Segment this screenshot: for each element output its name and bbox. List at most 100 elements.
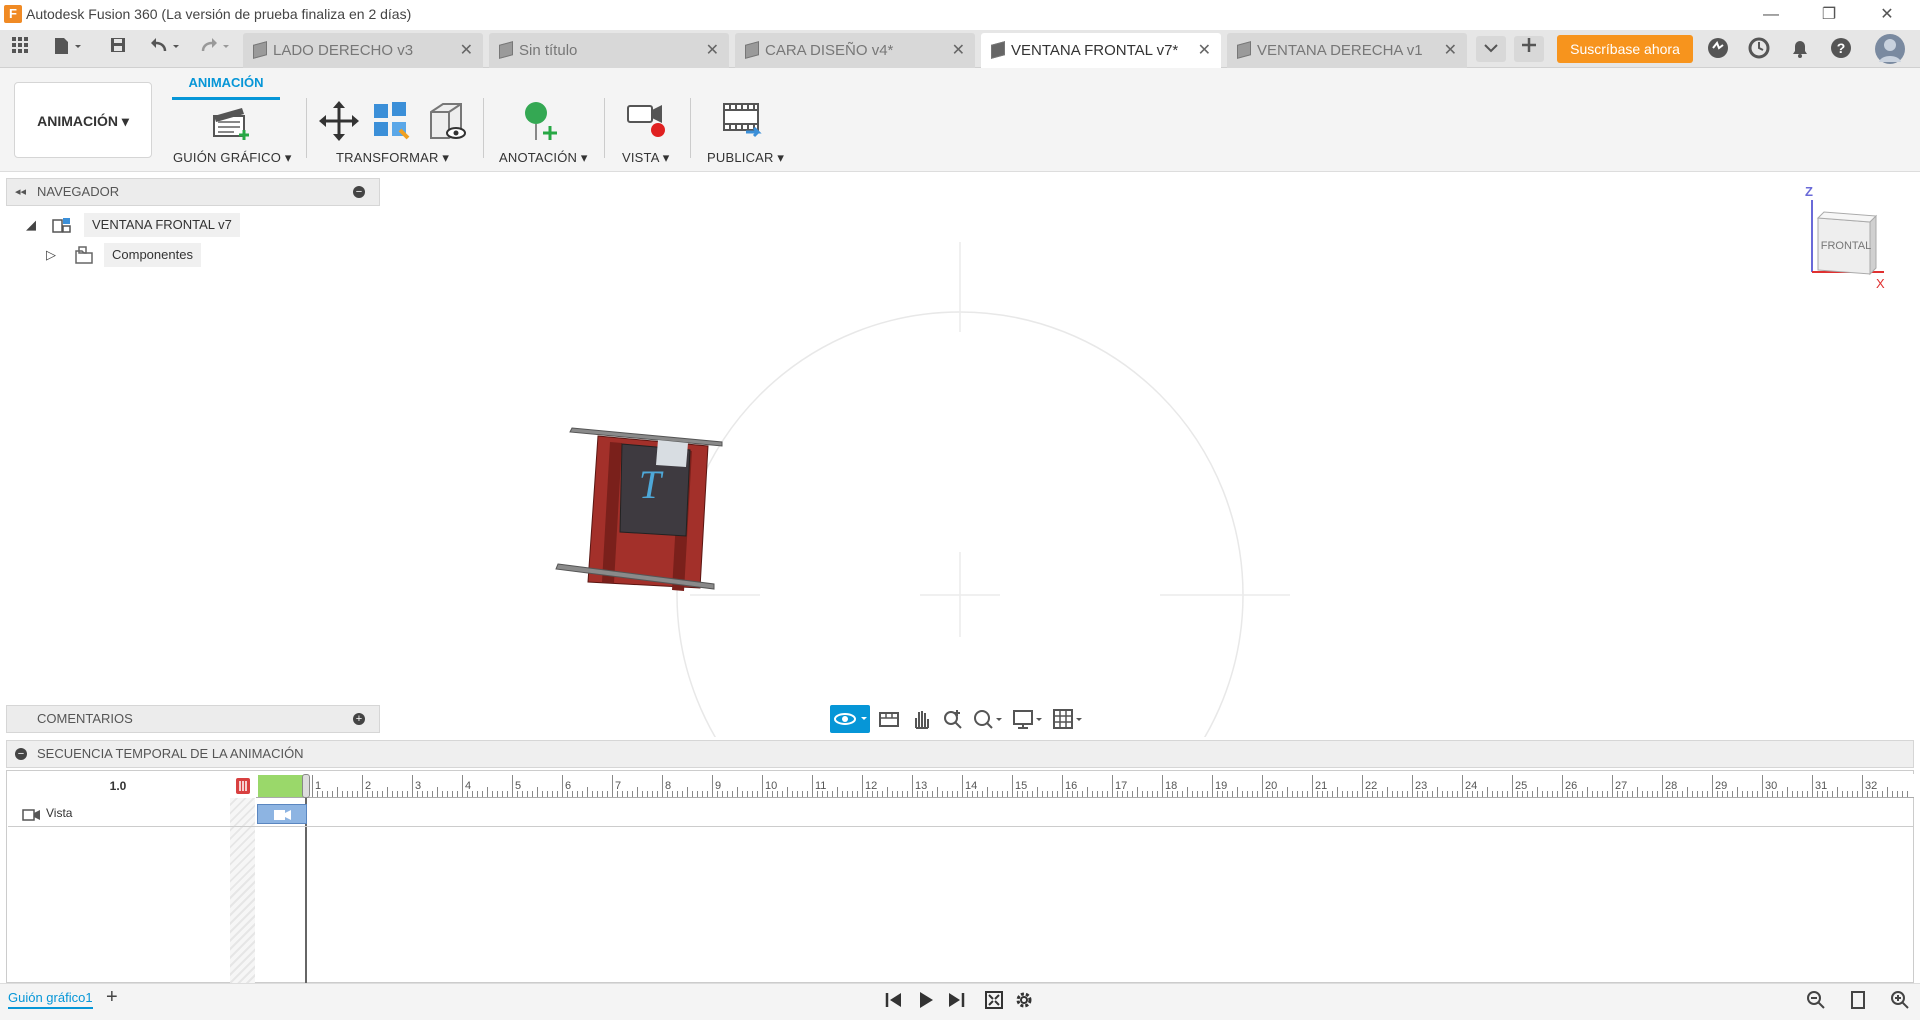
transform-menu[interactable]: TRANSFORMAR ▾	[336, 150, 449, 166]
minimize-button[interactable]: —	[1748, 2, 1794, 28]
restore-button[interactable]: ❐	[1806, 2, 1852, 28]
subscribe-button[interactable]: Suscríbase ahora	[1557, 35, 1693, 63]
show-hide-icon[interactable]	[425, 100, 467, 142]
components-node[interactable]: ▷ Componentes	[44, 243, 244, 267]
timeline-header[interactable]: − SECUENCIA TEMPORAL DE LA ANIMACIÓN	[6, 740, 1914, 768]
skip-to-end-icon[interactable]	[946, 990, 966, 1010]
collapse-panel-icon[interactable]: ◂◂	[15, 179, 26, 205]
window-frame-model[interactable]: T	[550, 418, 790, 593]
workspace-switcher[interactable]: ANIMACIÓN ▾	[14, 82, 152, 158]
ruler-tick	[512, 775, 513, 797]
storyboard-tab[interactable]: Guión gráfico1	[8, 990, 93, 1009]
callout-icon[interactable]	[518, 100, 560, 142]
ruler-minor-tick	[1422, 791, 1423, 797]
viewcube[interactable]: Z X FRONTAL	[1796, 184, 1886, 291]
display-settings-icon[interactable]	[1012, 708, 1046, 730]
tab-cara-diseno[interactable]: CARA DISEÑO v4* ✕	[735, 33, 975, 68]
new-tab-icon[interactable]	[1514, 36, 1544, 62]
tab-overflow-icon[interactable]	[1476, 36, 1506, 62]
record-view-icon[interactable]	[626, 100, 668, 142]
extensions-icon[interactable]	[1704, 36, 1732, 64]
close-tab-icon[interactable]: ✕	[460, 33, 473, 68]
viewcube-front-face[interactable]: FRONTAL	[1820, 240, 1872, 252]
playback-speed[interactable]: 1.0	[8, 774, 228, 798]
grid-settings-icon[interactable]	[1052, 708, 1086, 730]
ruler-minor-tick	[1417, 791, 1418, 797]
navigator-minimize-icon[interactable]: −	[353, 186, 365, 198]
move-icon[interactable]	[318, 100, 360, 142]
zoom-in-icon[interactable]	[1890, 990, 1910, 1010]
publish-video-icon[interactable]	[722, 100, 764, 142]
save-icon[interactable]	[106, 36, 130, 62]
ruler-minor-tick	[897, 791, 898, 797]
delete-step-icon[interactable]	[234, 776, 252, 796]
pan-icon[interactable]	[910, 708, 932, 730]
storyboard-menu[interactable]: GUIÓN GRÁFICO ▾	[173, 150, 292, 166]
view-menu[interactable]: VISTA ▾	[622, 150, 669, 166]
orbit-icon[interactable]	[830, 705, 870, 733]
comments-expand-icon[interactable]: +	[353, 713, 365, 725]
publish-menu[interactable]: PUBLICAR ▾	[707, 150, 784, 166]
ruler-minor-tick	[537, 787, 538, 797]
ruler-minor-tick	[437, 787, 438, 797]
ruler-tick	[1662, 775, 1663, 797]
zoom-out-icon[interactable]	[1806, 990, 1826, 1010]
tab-ventana-frontal[interactable]: VENTANA FRONTAL v7* ✕	[981, 33, 1221, 68]
ruler-tick	[612, 775, 613, 797]
browser-root-node[interactable]: ◢ VENTANA FRONTAL v7	[24, 213, 264, 237]
tree-expanded-icon[interactable]: ◢	[26, 213, 36, 237]
ruler-minor-tick	[497, 791, 498, 797]
ruler-minor-tick	[1337, 787, 1338, 797]
user-avatar[interactable]	[1875, 34, 1905, 64]
help-icon[interactable]: ?	[1827, 36, 1855, 64]
file-menu-icon[interactable]	[48, 36, 88, 62]
notifications-icon[interactable]	[1786, 36, 1814, 64]
tab-lado-derecho[interactable]: LADO DERECHO v3 ✕	[243, 33, 483, 68]
zoom-icon[interactable]	[942, 708, 964, 730]
fullscreen-icon[interactable]	[984, 990, 1004, 1010]
ruler-minor-tick	[777, 791, 778, 797]
ruler-minor-tick	[532, 791, 533, 797]
ruler-minor-tick	[1142, 791, 1143, 797]
timeline-ruler[interactable]: 0123456789101112131415161718192021222324…	[256, 774, 1914, 798]
playback-settings-icon[interactable]	[1014, 990, 1034, 1010]
close-tab-icon[interactable]: ✕	[706, 33, 719, 68]
close-tab-icon[interactable]: ✕	[1444, 33, 1457, 68]
ruler-minor-tick	[527, 791, 528, 797]
redo-icon[interactable]	[196, 36, 236, 62]
ruler-minor-tick	[1352, 791, 1353, 797]
undo-icon[interactable]	[146, 36, 186, 62]
comments-header[interactable]: COMENTARIOS +	[6, 705, 380, 733]
ruler-tick	[712, 775, 713, 797]
tab-label: LADO DERECHO v3	[273, 42, 414, 59]
close-tab-icon[interactable]: ✕	[952, 33, 965, 68]
add-storyboard-button[interactable]: +	[106, 986, 118, 1009]
ruler-minor-tick	[1757, 791, 1758, 797]
explode-icon[interactable]	[370, 100, 412, 142]
annotation-menu[interactable]: ANOTACIÓN ▾	[499, 150, 588, 166]
ruler-minor-tick	[1617, 791, 1618, 797]
navigator-header[interactable]: ◂◂ NAVEGADOR −	[6, 178, 380, 206]
app-grid-icon[interactable]	[8, 36, 32, 62]
ruler-minor-tick	[1277, 791, 1278, 797]
zoom-fit-icon[interactable]	[1848, 990, 1868, 1010]
tab-ventana-derecha[interactable]: VENTANA DERECHA v1 ✕	[1227, 33, 1467, 68]
ruler-minor-tick	[1877, 791, 1878, 797]
close-window-button[interactable]: ✕	[1864, 2, 1910, 28]
ruler-minor-tick	[1087, 787, 1088, 797]
job-status-icon[interactable]	[1745, 36, 1773, 64]
ruler-tick	[1012, 775, 1013, 797]
look-at-icon[interactable]	[878, 709, 900, 729]
track-view[interactable]: Vista	[8, 800, 228, 826]
tree-collapsed-icon[interactable]: ▷	[46, 243, 56, 267]
ruler-minor-tick	[967, 791, 968, 797]
storyboard-icon[interactable]	[210, 100, 252, 142]
tab-sin-titulo[interactable]: Sin título ✕	[489, 33, 729, 68]
skip-to-start-icon[interactable]	[884, 990, 904, 1010]
view-action-block[interactable]	[257, 804, 307, 824]
fit-icon[interactable]	[972, 708, 1006, 730]
tab-animacion[interactable]: ANIMACIÓN	[172, 72, 280, 100]
play-icon[interactable]	[916, 990, 936, 1010]
close-tab-icon[interactable]: ✕	[1198, 33, 1211, 68]
timeline-collapse-icon[interactable]: −	[15, 748, 27, 760]
